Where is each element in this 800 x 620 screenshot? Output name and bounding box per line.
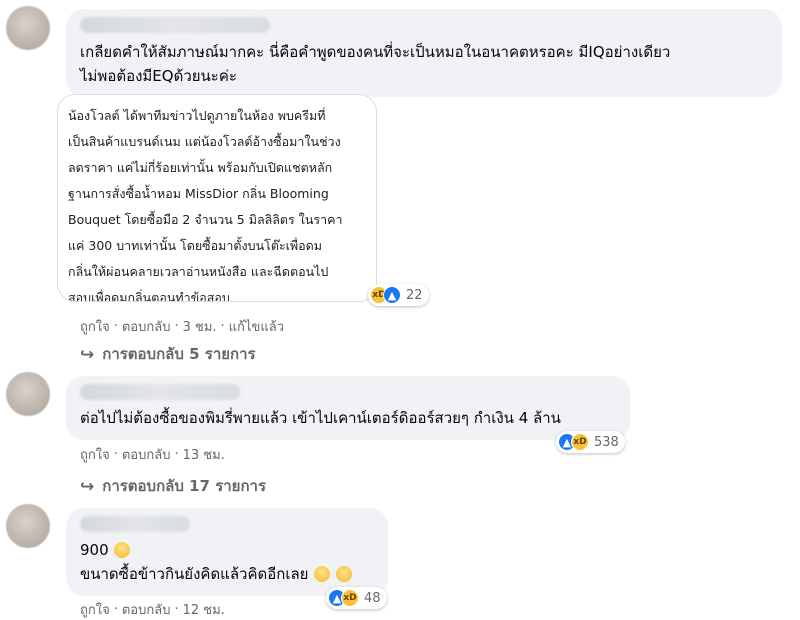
image-text-line: เป็นสินค้าแบรนด์เนม แต่น้องโวลต์อ้างซื้อ…	[68, 134, 341, 149]
avatar[interactable]	[6, 372, 50, 416]
grin-emoji-icon	[336, 566, 353, 582]
comment-text: ต่อไปไม่ต้องซื้อของพิมรี่พายแล้ว เข้าไปเ…	[80, 409, 561, 427]
timestamp[interactable]: 13 ชม.	[183, 444, 225, 465]
reaction-count: 538	[594, 434, 619, 450]
reaction-count: 48	[364, 590, 381, 606]
separator-dot: ·	[220, 319, 225, 334]
reaction-summary[interactable]: xD ▲ 22	[368, 284, 429, 306]
haha-reaction-icon: xD	[341, 589, 359, 607]
comment-attached-image[interactable]: น้องโวลต์ ได้พาทีมข่าวไปดูภายในห้อง พบคร…	[57, 94, 377, 302]
scream-emoji-icon	[114, 542, 131, 558]
view-replies-button[interactable]: ↪ การตอบกลับ 17 รายการ	[80, 474, 266, 498]
reply-link[interactable]: ตอบกลับ	[122, 599, 171, 620]
image-text-line: ฐานการสั่งซื้อน้ำหอม MissDior กลิ่น Bloo…	[68, 186, 329, 201]
commenter-name[interactable]	[80, 17, 270, 33]
comment-actions: ถูกใจ · ตอบกลับ · 12 ชม.	[80, 599, 225, 620]
image-text-line: ลดราคา แค่ไม่กี่ร้อยเท่านั้น พร้อมกับเปิ…	[68, 160, 333, 175]
comment-text-line: 900	[80, 541, 109, 559]
image-text-line: สอบเพื่อดมกลิ่นตอนทำข้อสอบ	[68, 290, 230, 302]
commenter-name[interactable]	[80, 384, 240, 400]
image-text-line: Bouquet โดยซื้อมือ 2 จำนวน 5 มิลลิลิตร ใ…	[68, 212, 343, 227]
comment-text: 900	[80, 538, 131, 562]
reaction-summary[interactable]: ▲ xD 48	[326, 587, 387, 609]
like-reaction-icon: ▲	[383, 286, 401, 304]
comment-text: ขนาดซื้อข้าวกินยังคิดแล้วคิดอีกเลย	[80, 562, 353, 586]
replies-count-label: การตอบกลับ 17 รายการ	[102, 477, 267, 495]
grin-emoji-icon	[314, 566, 331, 582]
view-replies-button[interactable]: ↪ การตอบกลับ 5 รายการ	[80, 342, 256, 366]
separator-dot: ·	[113, 319, 118, 334]
reply-link[interactable]: ตอบกลับ	[122, 444, 171, 465]
separator-dot: ·	[174, 602, 179, 617]
edited-label: แก้ไขแล้ว	[228, 320, 284, 335]
image-text-line: แค่ 300 บาทเท่านั้น โดยซื้อมาตั้งบนโต๊ะเ…	[68, 238, 323, 253]
reply-arrow-icon: ↪	[80, 345, 95, 365]
separator-dot: ·	[174, 447, 179, 462]
commenter-name[interactable]	[80, 516, 190, 532]
image-text-line: น้องโวลต์ ได้พาทีมข่าวไปดูภายในห้อง พบคร…	[68, 108, 326, 123]
separator-dot: ·	[174, 319, 179, 334]
haha-reaction-icon: xD	[571, 433, 589, 451]
reply-arrow-icon: ↪	[80, 477, 95, 497]
reaction-summary[interactable]: ▲ xD 538	[556, 431, 625, 453]
separator-dot: ·	[113, 447, 118, 462]
like-link[interactable]: ถูกใจ	[80, 444, 110, 465]
comment-actions: ถูกใจ · ตอบกลับ · 3 ชม. · แก้ไขแล้ว	[80, 316, 284, 337]
like-link[interactable]: ถูกใจ	[80, 599, 110, 620]
comment-text: ไม่พอต้องมีEQด้วยนะค่ะ	[80, 67, 237, 85]
reply-link[interactable]: ตอบกลับ	[122, 316, 171, 337]
avatar[interactable]	[6, 6, 50, 50]
replies-count-label: การตอบกลับ 5 รายการ	[102, 345, 256, 363]
avatar[interactable]	[6, 504, 50, 548]
comment-text: เกลียดคำให้สัมภาษณ์มากคะ นี่คือคำพูดของค…	[80, 43, 671, 61]
reaction-count: 22	[406, 287, 423, 303]
comment-text-line: ขนาดซื้อข้าวกินยังคิดแล้วคิดอีกเลย	[80, 565, 309, 583]
comment-actions: ถูกใจ · ตอบกลับ · 13 ชม.	[80, 444, 225, 465]
timestamp[interactable]: 3 ชม.	[183, 316, 217, 337]
timestamp[interactable]: 12 ชม.	[183, 599, 225, 620]
like-link[interactable]: ถูกใจ	[80, 316, 110, 337]
image-text-line: กลิ่นให้ผ่อนคลายเวลาอ่านหนังสือ และฉีดตอ…	[68, 264, 329, 279]
separator-dot: ·	[113, 602, 118, 617]
